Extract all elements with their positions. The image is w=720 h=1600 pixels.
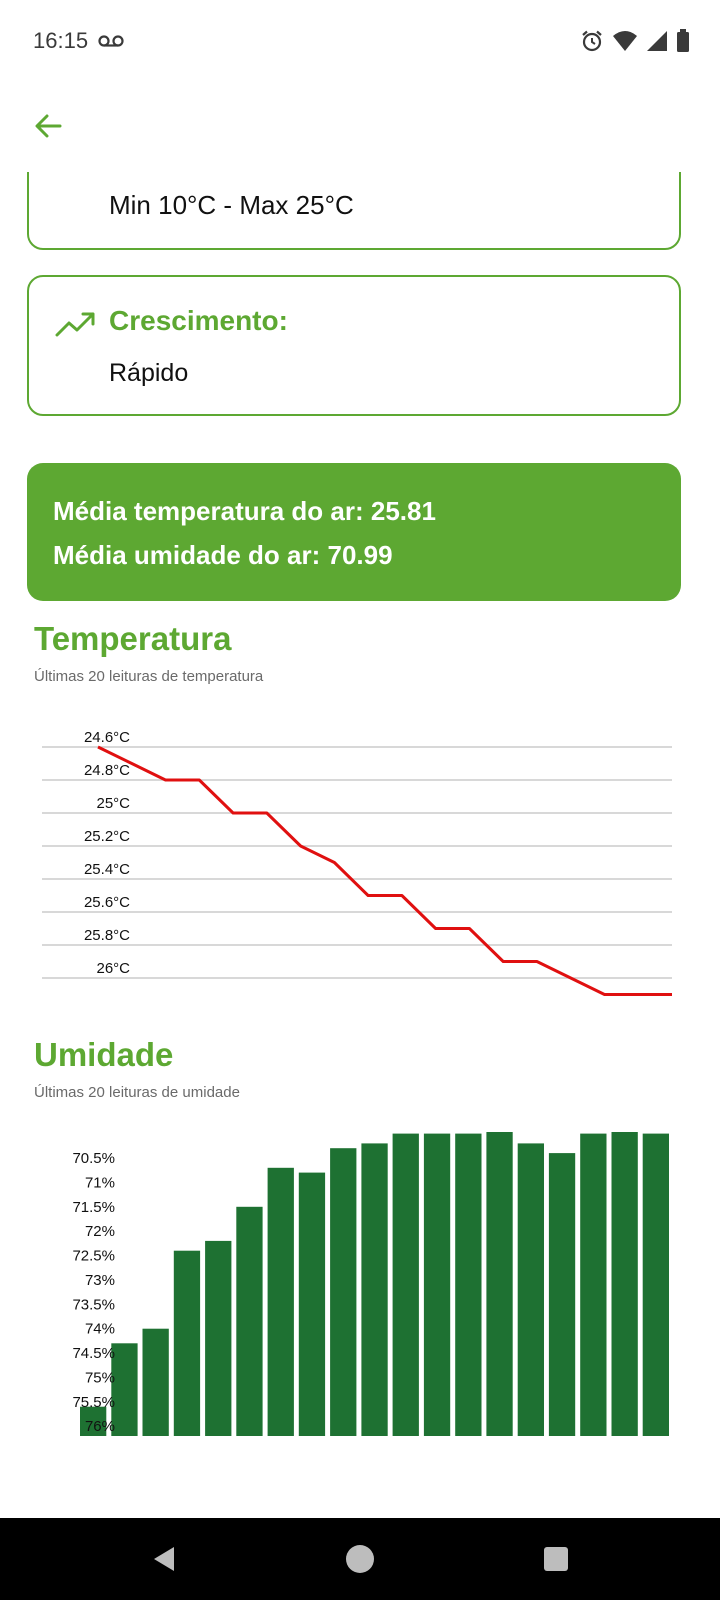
circle-home-icon [346,1545,374,1573]
square-recents-icon [544,1547,568,1571]
humidity-y-tick-label: 72% [85,1223,115,1240]
nav-home-button[interactable] [320,1518,400,1600]
status-bar: 16:15 [0,0,720,84]
trending-up-icon [55,312,95,337]
humidity-bar [142,1328,169,1436]
humidity-bar [111,1343,138,1436]
humidity-y-tick-label: 72.5% [72,1248,115,1265]
humidity-bar [548,1153,576,1436]
humidity-bar [611,1132,638,1436]
temperature-y-tick-label: 25.8°C [84,927,130,944]
humidity-y-tick-label: 70.5% [72,1150,115,1167]
humidity-bar [517,1143,544,1436]
temperature-y-tick-label: 26°C [96,960,130,977]
back-button[interactable] [28,106,68,146]
humidity-y-tick-label: 75% [85,1370,115,1387]
temperature-y-tick-label: 24.8°C [84,762,130,779]
humidity-section-title: Umidade [34,1036,174,1073]
humidity-y-tick-label: 75.5% [72,1394,115,1411]
humidity-bar [642,1133,669,1436]
status-icons [580,28,690,54]
temperature-y-tick-label: 25.4°C [84,861,130,878]
humidity-bar [423,1133,451,1436]
humidity-bar [580,1133,607,1436]
humidity-bar-chart: 70.5% 71% 71.5% 72% 72.5% 73% 73.5% 74% 74.5% 75%… [72,1132,669,1436]
averages-summary: Média temperatura do ar: 25.81 Média umi… [27,463,681,601]
humidity-section-subtitle: Últimas 20 leituras de umidade [34,1084,240,1101]
battery-icon [677,29,689,52]
humidity-bar [486,1132,513,1436]
air-humidity-average: Média umidade do ar: 70.99 [53,540,393,570]
air-temperature-average: Média temperatura do ar: 25.81 [53,496,436,526]
temperature-line-chart: 24.6°C 24.8°C 25°C 25.2°C 25.4°C 25.6°C 25.8°C… [42,729,672,996]
temperature-range-value: Min 10°C - Max 25°C [109,190,354,220]
temperature-range-card: Min 10°C - Max 25°C [27,172,681,250]
humidity-bar [361,1143,388,1436]
humidity-bar [236,1206,263,1436]
nav-back-button[interactable] [124,1518,204,1600]
humidity-bar [267,1167,294,1436]
growth-card: Crescimento: Rápido [27,275,681,416]
nav-recents-button[interactable] [516,1518,596,1600]
humidity-bar [455,1133,482,1436]
humidity-bar [298,1172,326,1436]
humidity-y-tick-label: 76% [85,1418,115,1435]
temperature-section-subtitle: Últimas 20 leituras de temperatura [34,668,264,685]
humidity-y-tick-label: 71.5% [72,1199,115,1216]
humidity-bar [330,1148,357,1436]
temperature-y-tick-label: 25.6°C [84,894,130,911]
temperature-section-title: Temperatura [34,620,232,657]
humidity-bar [173,1250,201,1436]
humidity-bar [205,1240,232,1436]
navigation-bar [0,1518,720,1600]
humidity-y-tick-label: 73% [85,1272,115,1289]
signal-icon [647,31,667,51]
voicemail-icon [98,35,124,47]
humidity-y-tick-label: 73.5% [72,1296,115,1313]
content-scroll[interactable]: Min 10°C - Max 25°C Crescimento: Rápido … [0,172,720,1518]
growth-value: Rápido [109,359,189,387]
temperature-y-tick-label: 24.6°C [84,729,130,746]
alarm-icon [582,30,602,52]
triangle-back-icon [154,1547,174,1571]
humidity-y-tick-label: 74.5% [72,1345,115,1362]
humidity-y-tick-label: 71% [85,1174,115,1191]
arrow-left-icon [35,114,62,138]
wifi-icon [613,31,637,51]
temperature-y-tick-label: 25.2°C [84,828,130,845]
growth-title: Crescimento: [109,305,288,336]
humidity-bar [392,1133,419,1436]
status-time: 16:15 [33,28,89,53]
humidity-y-tick-label: 74% [85,1321,115,1338]
temperature-y-tick-label: 25°C [96,795,130,812]
temperature-series-line [97,745,672,996]
